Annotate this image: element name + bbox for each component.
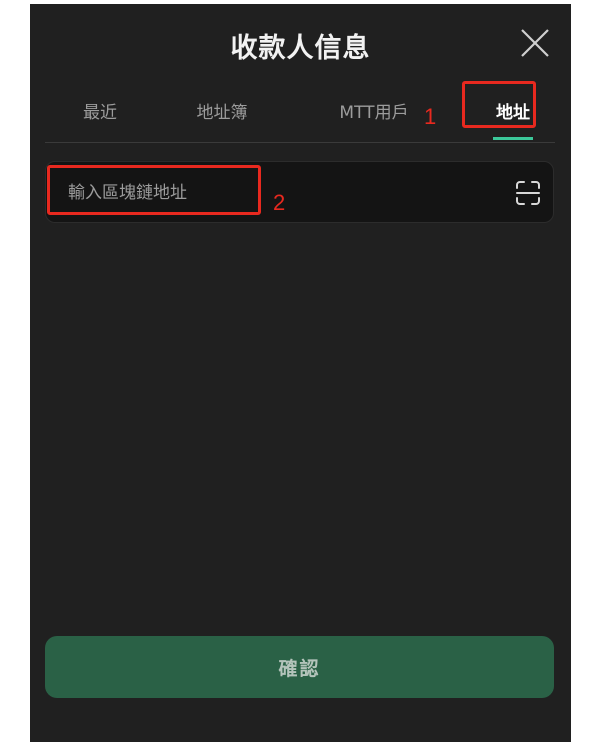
confirm-button[interactable]: 確認 — [45, 636, 554, 698]
scan-button[interactable] — [514, 179, 542, 207]
active-tab-indicator — [493, 137, 533, 140]
annotation-box-1 — [462, 81, 536, 128]
tabs-divider — [45, 142, 555, 143]
close-icon — [521, 29, 549, 57]
page-title: 收款人信息 — [230, 33, 371, 64]
tab-address-book[interactable]: 地址簿 — [197, 98, 248, 123]
annotation-box-2 — [47, 165, 261, 215]
tab-mtt-users[interactable]: MTT用戶 — [339, 98, 408, 123]
scan-icon — [516, 181, 540, 205]
tab-recent[interactable]: 最近 — [83, 98, 117, 123]
annotation-marker-2: 2 — [273, 190, 286, 215]
annotation-marker-1: 1 — [424, 104, 437, 129]
close-button[interactable] — [518, 26, 552, 60]
